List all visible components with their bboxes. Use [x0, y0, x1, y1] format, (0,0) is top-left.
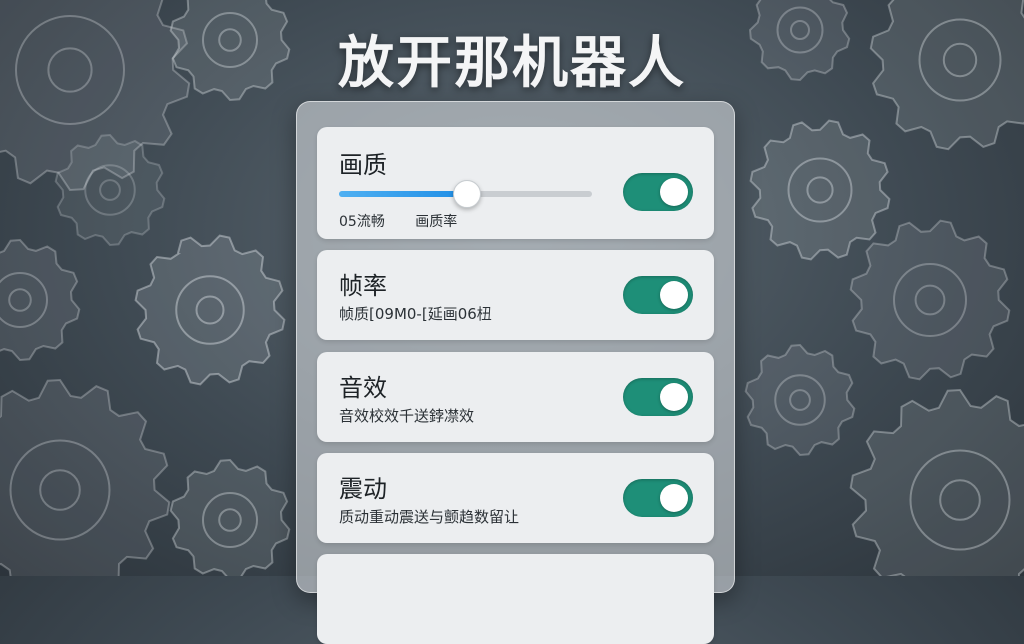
- setting-title-quality: 画质: [339, 151, 387, 179]
- toggle-knob: [660, 178, 688, 206]
- setting-title-vibration: 震动: [339, 475, 387, 503]
- quality-slider-thumb[interactable]: [452, 180, 481, 208]
- vibration-toggle[interactable]: [623, 479, 693, 517]
- toggle-knob: [660, 281, 688, 309]
- setting-card-more: [317, 554, 714, 644]
- quality-slider-fill: [339, 191, 466, 197]
- setting-subtitle-framerate: 帧质[09M0-[延画06杻: [339, 305, 492, 323]
- quality-slider-labels: 05流畅 画质率: [339, 211, 483, 231]
- setting-title-sound: 音效: [339, 374, 387, 402]
- sound-toggle[interactable]: [623, 378, 693, 416]
- toggle-knob: [660, 484, 688, 512]
- setting-subtitle-vibration: 质动重动震送与颤趋数留让: [339, 508, 520, 526]
- settings-panel: 画质 05流畅 画质率 帧率 帧质[09M0-[延画06杻 音效 音效校效千送鋍…: [296, 101, 735, 644]
- setting-title-framerate: 帧率: [339, 272, 387, 300]
- quality-toggle[interactable]: [623, 173, 693, 211]
- slider-label-min: 05流畅: [339, 214, 385, 230]
- toggle-knob: [660, 383, 688, 411]
- setting-card-sound: 音效 音效校效千送鋍凚效: [317, 352, 714, 442]
- setting-card-framerate: 帧率 帧质[09M0-[延画06杻: [317, 250, 714, 340]
- slider-label-mid: 画质率: [415, 214, 458, 230]
- setting-subtitle-sound: 音效校效千送鋍凚效: [339, 407, 475, 425]
- quality-slider[interactable]: [339, 180, 592, 208]
- setting-card-quality: 画质 05流畅 画质率: [317, 127, 714, 239]
- setting-card-vibration: 震动 质动重动震送与颤趋数留让: [317, 453, 714, 543]
- page-title: 放开那机器人: [338, 31, 686, 96]
- framerate-toggle[interactable]: [623, 276, 693, 314]
